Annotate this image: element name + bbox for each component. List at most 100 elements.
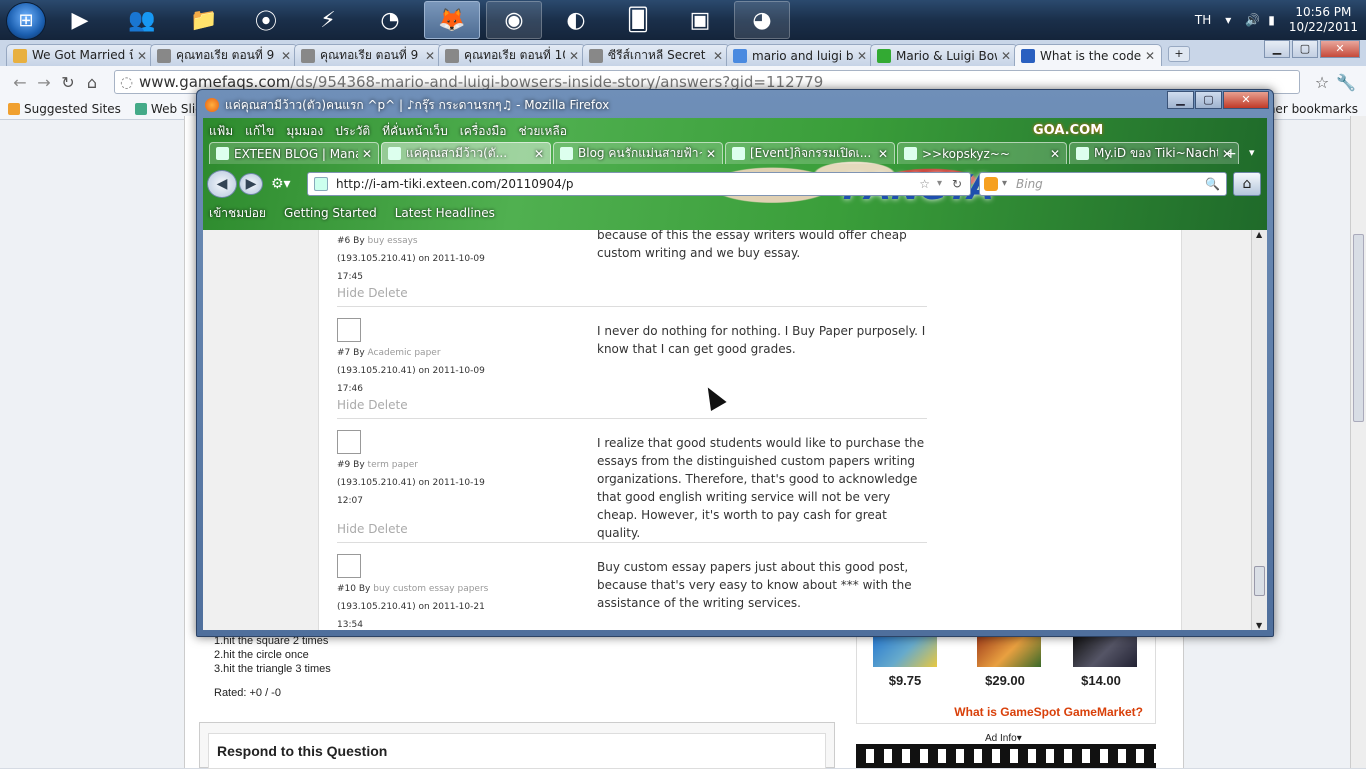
menu-item[interactable]: ประวัติ	[335, 122, 370, 140]
history-dropdown-icon[interactable]: ⚙▾	[271, 176, 291, 192]
delete-link[interactable]: Delete	[368, 522, 407, 536]
tab-close-icon[interactable]: ✕	[857, 49, 867, 63]
scroll-down-icon[interactable]: ▼	[1256, 621, 1262, 630]
comment-author-link[interactable]: buy essays	[368, 236, 418, 246]
bookmark-suggested-sites[interactable]: Suggested Sites	[8, 102, 121, 116]
ad-info-link[interactable]: Ad Info▾	[985, 733, 1022, 744]
chrome-tab[interactable]: คุณทอเรีย ตอนที่ 9 2/ ✕	[294, 44, 442, 66]
taskbar-app-media-player[interactable]: ▶	[52, 1, 108, 39]
hide-link[interactable]: Hide	[337, 286, 364, 300]
product-image-3[interactable]	[1073, 637, 1137, 667]
firefox-tab[interactable]: แค่คุณสามีว้าว(ตั... ✕	[381, 142, 551, 164]
tab-close-icon[interactable]: ✕	[1145, 49, 1155, 63]
taskbar-app-11[interactable]: ▣	[672, 1, 728, 39]
new-tab-button[interactable]: +	[1168, 46, 1190, 62]
tab-list-icon[interactable]: ▾	[1249, 146, 1255, 159]
volume-icon[interactable]: 🔊	[1245, 13, 1260, 27]
comment-avatar[interactable]	[337, 318, 361, 342]
chrome-tab[interactable]: คุณทอเรีย ตอนที่ 9 1/ ✕	[150, 44, 298, 66]
chrome-tab[interactable]: What is the code fo ✕	[1014, 44, 1162, 66]
back-arrow-icon[interactable]: ←	[8, 73, 32, 92]
chrome-tab[interactable]: ซีรีส์เกาหลี Secret Ga ✕	[582, 44, 730, 66]
menu-item[interactable]: แก้ไข	[245, 122, 274, 140]
forward-arrow-icon[interactable]: →	[32, 73, 56, 92]
menu-item[interactable]: ช่วยเหลือ	[518, 122, 567, 140]
ad-banner[interactable]	[856, 744, 1156, 768]
taskbar-app-5[interactable]: ⚡	[300, 1, 356, 39]
bookmark-item[interactable]: Getting Started	[284, 206, 377, 220]
start-button[interactable]: ⊞	[6, 1, 46, 40]
tab-close-icon[interactable]: ✕	[713, 49, 723, 63]
url-bar[interactable]: http://i-am-tiki.exteen.com/20110904/p ☆…	[307, 172, 971, 196]
search-box[interactable]: ▾ Bing 🔍	[979, 172, 1227, 196]
scrollbar-thumb[interactable]	[1254, 566, 1265, 596]
tab-close-icon[interactable]: ✕	[137, 49, 147, 63]
clock[interactable]: 10:56 PM 10/22/2011	[1289, 5, 1358, 35]
taskbar-app-firefox[interactable]: 🦊	[424, 1, 480, 39]
reload-icon[interactable]: ↻	[56, 73, 80, 92]
content-scrollbar[interactable]: ▲ ▼	[1251, 230, 1267, 630]
firefox-tab[interactable]: My.iD ของ Tiki~Nacht...✕	[1069, 142, 1239, 164]
tab-close-icon[interactable]: ✕	[878, 147, 888, 161]
tab-close-icon[interactable]: ✕	[534, 147, 544, 161]
menu-item[interactable]: แฟ้ม	[209, 122, 233, 140]
language-indicator[interactable]: TH	[1195, 13, 1211, 27]
close-button[interactable]: ✕	[1320, 40, 1360, 58]
menu-item[interactable]: เครื่องมือ	[460, 122, 507, 140]
other-bookmarks[interactable]: ther bookmarks	[1263, 102, 1358, 116]
firefox-tab[interactable]: [Event]กิจกรรมเปิดเ... ✕	[725, 142, 895, 164]
bookmark-star-icon[interactable]: ☆	[919, 173, 930, 195]
taskbar-app-6[interactable]: ◔	[362, 1, 418, 39]
hide-link[interactable]: Hide	[337, 398, 364, 412]
search-engine-icon[interactable]	[984, 177, 998, 191]
maximize-button[interactable]: ▢	[1195, 91, 1222, 109]
menu-item[interactable]: ที่คั่นหน้าเว็บ	[382, 122, 447, 140]
tab-close-icon[interactable]: ✕	[281, 49, 291, 63]
page-scrollbar[interactable]	[1350, 116, 1366, 768]
comment-avatar[interactable]	[337, 430, 361, 454]
delete-link[interactable]: Delete	[368, 398, 407, 412]
taskbar-app-12[interactable]: ◕	[734, 1, 790, 39]
gamemarket-link[interactable]: What is GameSpot GameMarket?	[954, 705, 1143, 719]
tray-expand-icon[interactable]: ▾	[1225, 13, 1231, 27]
firefox-tab[interactable]: EXTEEN BLOG | Mana... ✕	[209, 142, 379, 164]
taskbar-app-4[interactable]: ⦿	[238, 1, 294, 39]
close-button[interactable]: ✕	[1223, 91, 1269, 109]
tab-close-icon[interactable]: ✕	[362, 147, 372, 161]
menu-item[interactable]: มุมมอง	[286, 122, 323, 140]
bookmark-star-icon[interactable]: ☆	[1310, 73, 1334, 92]
new-tab-icon[interactable]: +	[1225, 146, 1237, 162]
chrome-tab[interactable]: We Got Married นิยา ✕	[6, 44, 154, 66]
reload-icon[interactable]: ↻	[952, 173, 962, 195]
network-icon[interactable]: ▮	[1268, 13, 1275, 27]
scroll-up-icon[interactable]: ▲	[1256, 230, 1262, 239]
back-button[interactable]: ◀	[207, 170, 237, 198]
comment-author-link[interactable]: term paper	[368, 460, 418, 470]
tab-close-icon[interactable]: ✕	[425, 49, 435, 63]
taskbar-app-chrome[interactable]: ◉	[486, 1, 542, 39]
forward-button[interactable]: ▶	[239, 173, 263, 195]
comment-author-link[interactable]: buy custom essay papers	[373, 584, 488, 594]
comment-avatar[interactable]	[337, 554, 361, 578]
home-icon[interactable]: ⌂	[80, 73, 104, 92]
taskbar-app-explorer[interactable]: 📁	[176, 1, 232, 39]
url-dropdown-icon[interactable]: ▾	[937, 173, 942, 195]
tab-close-icon[interactable]: ✕	[706, 147, 716, 161]
minimize-button[interactable]: ▁	[1264, 40, 1290, 58]
taskbar-app-messenger[interactable]: 👥	[114, 1, 170, 39]
search-icon[interactable]: 🔍	[1205, 173, 1220, 195]
maximize-button[interactable]: ▢	[1292, 40, 1318, 58]
home-button[interactable]: ⌂	[1233, 172, 1261, 196]
chrome-tab[interactable]: Mario & Luigi Bows ✕	[870, 44, 1018, 66]
scrollbar-thumb[interactable]	[1353, 234, 1364, 422]
bookmark-item[interactable]: เข้าชมบ่อย	[209, 204, 266, 223]
tab-close-icon[interactable]: ✕	[1050, 147, 1060, 161]
product-image-1[interactable]	[873, 637, 937, 667]
taskbar-app-9[interactable]: ◐	[548, 1, 604, 39]
minimize-button[interactable]: ▁	[1167, 91, 1194, 109]
hide-link[interactable]: Hide	[337, 522, 364, 536]
firefox-tab[interactable]: Blog คนรักแม่นสายฟ้า~[... ✕	[553, 142, 723, 164]
tab-close-icon[interactable]: ✕	[1001, 49, 1011, 63]
tab-close-icon[interactable]: ✕	[569, 49, 579, 63]
chrome-tab[interactable]: mario and luigi bow ✕	[726, 44, 874, 66]
